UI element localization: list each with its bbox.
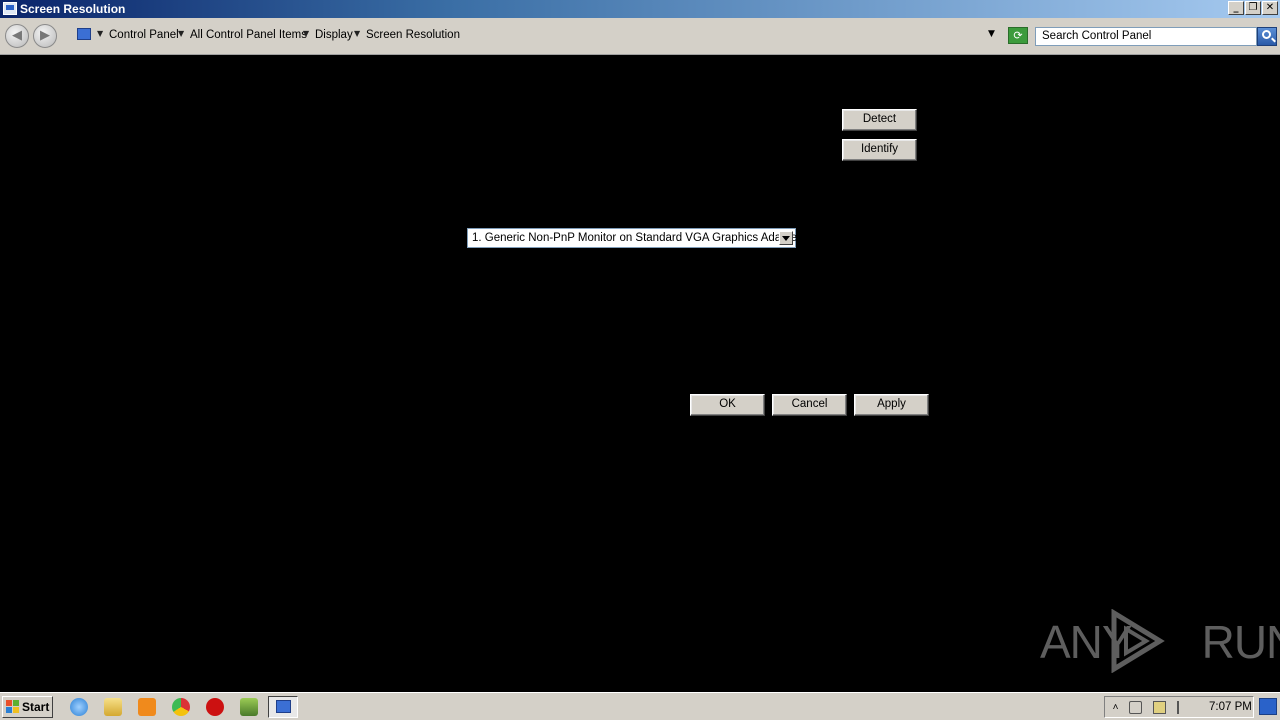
breadcrumb-display[interactable]: Display [315,29,353,41]
taskbar: Start ˄ 7:07 PM [0,692,1280,720]
search-icon [1262,30,1271,39]
maximize-button[interactable]: ❐ [1245,1,1261,15]
identify-button[interactable]: Identify [842,139,917,161]
close-button[interactable]: ✕ [1262,1,1278,15]
control-panel-icon [77,28,91,40]
window-title-bar: Screen Resolution _ ❐ ✕ [0,0,1280,18]
network-icon[interactable] [1153,701,1166,714]
breadcrumb: ▼ Control Panel ▼ All Control Panel Item… [73,26,1005,46]
media-player-icon[interactable] [138,698,156,716]
app-stack-icon[interactable] [240,698,258,716]
volume-icon[interactable] [1129,701,1142,714]
chevron-down-icon[interactable]: ▼ [354,29,360,38]
taskbar-item-screen-resolution[interactable] [268,696,298,718]
forward-button[interactable]: ▶ [33,24,57,48]
window-title: Screen Resolution [20,2,126,16]
detect-button[interactable]: Detect [842,109,917,131]
start-button[interactable]: Start [2,696,53,718]
chevron-down-icon[interactable] [779,231,793,245]
chevron-down-icon[interactable]: ▼ [303,29,309,38]
search-button[interactable] [1257,27,1277,46]
address-dropdown-icon[interactable]: ▼ [988,29,995,39]
show-hidden-icons-icon[interactable]: ˄ [1109,701,1122,714]
monitor-select-value: 1. Generic Non-PnP Monitor on Standard V… [472,232,801,244]
system-tray: ˄ 7:07 PM [1104,696,1254,718]
file-explorer-icon[interactable] [104,698,122,716]
chevron-down-icon[interactable]: ▼ [97,29,103,38]
search-input[interactable]: Search Control Panel [1035,27,1257,46]
apply-button[interactable]: Apply [854,394,929,416]
address-bar: ◀ ▶ ▼ Control Panel ▼ All Control Panel … [0,18,1280,55]
cancel-button[interactable]: Cancel [772,394,847,416]
control-panel-icon [276,700,291,713]
show-desktop-button[interactable] [1259,698,1277,715]
chevron-down-icon[interactable]: ▼ [178,29,184,38]
ok-button[interactable]: OK [690,394,765,416]
action-center-flag-icon[interactable] [1177,701,1190,714]
opera-icon[interactable] [206,698,224,716]
control-panel-icon [3,2,17,15]
taskbar-clock[interactable]: 7:07 PM [1209,701,1252,713]
chrome-icon[interactable] [172,698,190,716]
back-button[interactable]: ◀ [5,24,29,48]
monitor-select[interactable]: 1. Generic Non-PnP Monitor on Standard V… [467,228,801,248]
windows-logo-icon [6,700,20,714]
minimize-button[interactable]: _ [1228,1,1244,15]
breadcrumb-all-items[interactable]: All Control Panel Items [190,29,307,41]
breadcrumb-screen-resolution[interactable]: Screen Resolution [366,29,460,41]
refresh-icon[interactable]: ⟳ [1008,27,1028,44]
watermark-text-right: RUN [1201,616,1280,668]
internet-explorer-icon[interactable] [70,698,88,716]
anyrun-logo-icon [1111,609,1165,673]
breadcrumb-control-panel[interactable]: Control Panel [109,29,179,41]
